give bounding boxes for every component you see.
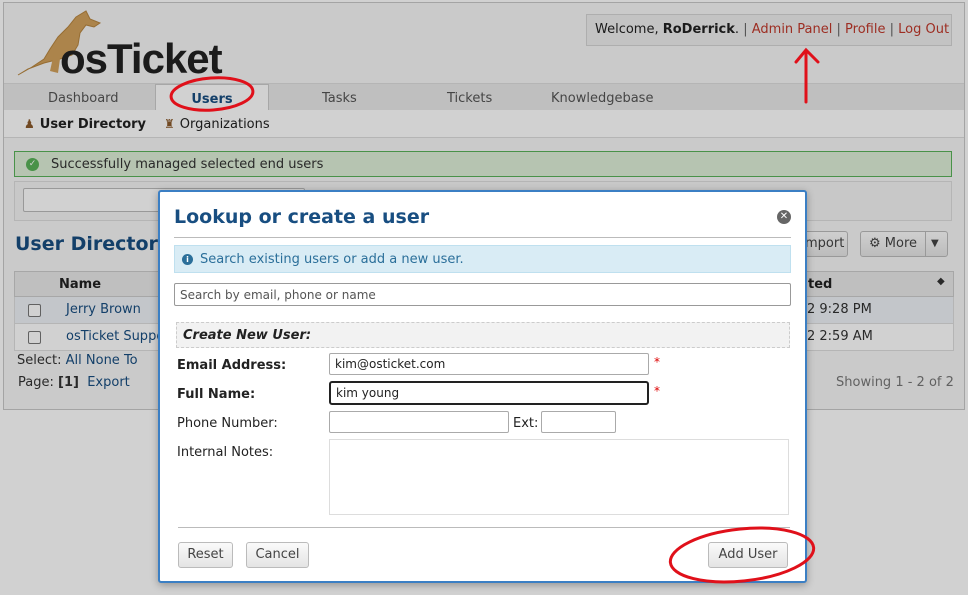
divider — [178, 527, 790, 528]
create-user-header: Create New User: — [176, 322, 790, 348]
ext-field[interactable] — [541, 411, 616, 433]
email-label: Email Address: — [177, 358, 287, 373]
cancel-button[interactable]: Cancel — [246, 542, 309, 568]
user-search-input[interactable] — [174, 283, 791, 306]
reset-button[interactable]: Reset — [178, 542, 233, 568]
ext-label: Ext: — [513, 416, 539, 431]
email-field[interactable] — [329, 353, 649, 375]
divider — [174, 237, 791, 238]
notes-label: Internal Notes: — [177, 445, 274, 460]
required-mark: * — [654, 355, 660, 369]
required-mark: * — [654, 384, 660, 398]
fullname-field[interactable] — [329, 381, 649, 405]
phone-label: Phone Number: — [177, 416, 278, 431]
user-lookup-dialog: Lookup or create a user ✕ i Search exist… — [158, 190, 807, 583]
add-user-button[interactable]: Add User — [708, 542, 788, 568]
info-icon: i — [182, 254, 193, 265]
info-banner: i Search existing users or add a new use… — [174, 245, 791, 273]
phone-field[interactable] — [329, 411, 509, 433]
dialog-title: Lookup or create a user — [174, 206, 430, 228]
info-text: Search existing users or add a new user. — [200, 252, 464, 267]
close-icon[interactable]: ✕ — [777, 210, 791, 224]
internal-notes-field[interactable] — [329, 439, 789, 515]
fullname-label: Full Name: — [177, 387, 256, 402]
